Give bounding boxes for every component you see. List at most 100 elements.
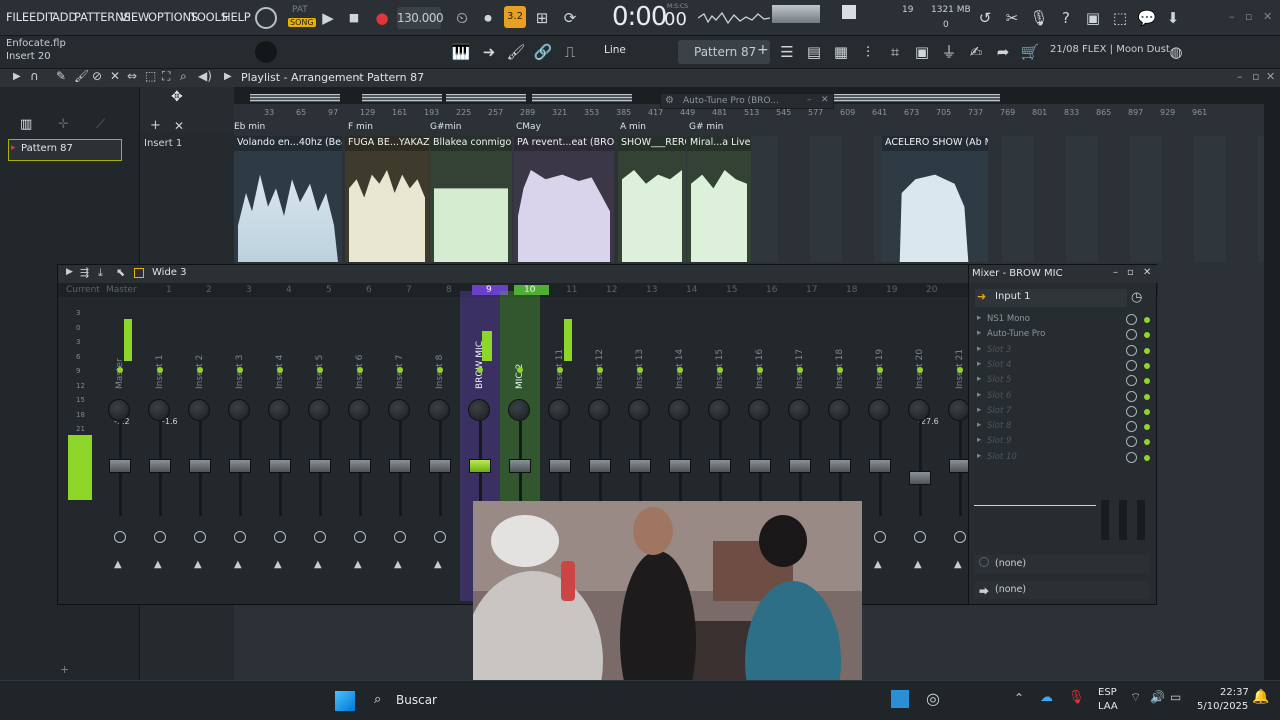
add-pattern-icon[interactable]: + (757, 42, 769, 58)
paint-app-icon[interactable] (891, 690, 909, 708)
mute-led[interactable] (117, 367, 123, 373)
clock-time[interactable]: 22:37 (1220, 687, 1249, 698)
piano-icon[interactable]: 🎹 (451, 42, 471, 62)
chat-icon[interactable]: 💬 (1137, 8, 1157, 28)
fx-mix-knob[interactable] (1126, 451, 1137, 463)
volume-fader[interactable] (589, 459, 611, 473)
pan-knob[interactable] (228, 399, 250, 421)
marketplace-icon[interactable]: ➦ (993, 42, 1013, 62)
pan-knob[interactable] (588, 399, 610, 421)
mixer-strip[interactable]: Insert 6 ▲ (340, 291, 380, 601)
pan-knob[interactable] (868, 399, 890, 421)
mute-led[interactable] (797, 367, 803, 373)
undo-icon[interactable]: ↺ (975, 8, 995, 28)
fx-enable-led[interactable] (1144, 317, 1150, 323)
mixer-layout-icon[interactable] (134, 268, 144, 278)
mute-led[interactable] (877, 367, 883, 373)
language-label[interactable]: ESP (1098, 687, 1117, 698)
input-selector[interactable]: ➜ Input 1 (975, 289, 1127, 307)
tempo-field[interactable]: 130.000 (397, 7, 444, 29)
mixer-strip[interactable]: Insert 3 ▲ (220, 291, 260, 601)
route-arrow-icon[interactable]: ▲ (434, 559, 442, 570)
browser-icon[interactable]: ⌗ (885, 42, 905, 62)
close-icon[interactable]: ✕ (1263, 10, 1272, 23)
send-selector-1[interactable]: (none) (975, 555, 1150, 573)
battery-icon[interactable]: ▭ (1170, 690, 1181, 704)
playlist-arrow-icon[interactable]: ▶ (13, 71, 21, 82)
pencil-icon[interactable]: ✎ (56, 69, 66, 83)
pan-knob[interactable] (388, 399, 410, 421)
mute-led[interactable] (397, 367, 403, 373)
play-arrow-icon[interactable]: ▶ (224, 71, 232, 82)
mixer-strip[interactable]: Master ▲ (100, 291, 140, 601)
mixer-strip[interactable]: Insert 4 ▲ (260, 291, 300, 601)
pan-knob[interactable] (828, 399, 850, 421)
mixer-download-icon[interactable]: ⤓ (98, 266, 103, 280)
mixer-strip[interactable]: Insert 2 ▲ (180, 291, 220, 601)
route-icon[interactable] (354, 531, 366, 543)
mute-led[interactable] (757, 367, 763, 373)
pan-knob[interactable] (668, 399, 690, 421)
piano-roll-toggle-icon[interactable]: ▥ (20, 117, 32, 132)
touch-icon[interactable]: ✍ (966, 42, 986, 62)
fx-enable-led[interactable] (1144, 393, 1150, 400)
audio-clip[interactable]: SHOW___RERO (618, 136, 686, 262)
pan-knob[interactable] (708, 399, 730, 421)
download-icon[interactable]: ⬇ (1163, 8, 1183, 28)
marker-gsharp-min[interactable]: G#min (430, 122, 462, 132)
route-icon[interactable] (914, 531, 926, 543)
audio-clip[interactable]: Bllakea conmigo (430, 136, 512, 262)
pan-knob[interactable] (348, 399, 370, 421)
volume-fader[interactable] (869, 459, 891, 473)
volume-fader[interactable] (829, 459, 851, 473)
route-icon[interactable] (434, 531, 446, 543)
menu-help[interactable]: HELP (222, 10, 251, 24)
fx-mix-knob[interactable] (1126, 375, 1137, 387)
fx-enable-led[interactable] (1144, 439, 1150, 446)
pan-knob[interactable] (148, 399, 170, 421)
magnet-icon[interactable]: ∩ (30, 69, 39, 83)
fx-enable-led[interactable] (1144, 347, 1150, 354)
route-arrow-icon[interactable]: ▲ (234, 559, 242, 570)
route-icon[interactable] (954, 531, 966, 543)
mixer-strip[interactable]: Insert 7 ▲ (380, 291, 420, 601)
mute-led[interactable] (317, 367, 323, 373)
paint-icon[interactable]: 🖌 (74, 69, 89, 83)
pan-knob[interactable] (748, 399, 770, 421)
route-arrow-icon[interactable]: ▲ (394, 559, 402, 570)
route-icon[interactable] (234, 531, 246, 543)
mute-led[interactable] (437, 367, 443, 373)
clock-date[interactable]: 5/10/2025 (1197, 701, 1248, 712)
audio-clip[interactable]: Miral...a Live (687, 136, 751, 262)
channel-rack-icon[interactable]: ▦ (831, 42, 851, 62)
pan-knob[interactable] (948, 399, 970, 421)
fx-slot[interactable]: ▸ Slot 9 (977, 435, 1150, 450)
save-icon[interactable]: ▣ (1083, 8, 1103, 28)
mute-led[interactable] (557, 367, 563, 373)
gear-icon[interactable]: ⚙ (665, 95, 674, 106)
pan-knob[interactable] (908, 399, 930, 421)
pan-knob[interactable] (628, 399, 650, 421)
pan-knob[interactable] (468, 399, 490, 421)
marker-cmay[interactable]: CMay (516, 122, 541, 132)
fx-maximize-icon[interactable]: ▫ (1127, 267, 1134, 278)
pan-knob[interactable] (108, 399, 130, 421)
volume-fader[interactable] (629, 459, 651, 473)
mute-led[interactable] (197, 367, 203, 373)
route-arrow-icon[interactable]: ▲ (314, 559, 322, 570)
fx-slot[interactable]: ▸ Auto-Tune Pro (977, 328, 1150, 343)
menu-edit[interactable]: EDIT (29, 10, 55, 24)
volume-fader[interactable] (669, 459, 691, 473)
delete-track-icon[interactable]: ✕ (174, 119, 184, 133)
blend-notes-icon[interactable]: ⊞ (532, 8, 552, 28)
pan-knob[interactable] (428, 399, 450, 421)
mixer-strip[interactable]: Insert 19 ▲ (860, 291, 900, 601)
fx-slot[interactable]: ▸ NS1 Mono (977, 313, 1150, 328)
volume-fader[interactable] (389, 459, 411, 473)
globe-icon[interactable]: ◍ (1166, 42, 1186, 62)
volume-fader[interactable] (709, 459, 731, 473)
volume-fader[interactable] (549, 459, 571, 473)
pattern-list-item[interactable]: ▸ Pattern 87 (8, 139, 122, 161)
playlist-minimize-icon[interactable]: – (1237, 70, 1243, 83)
mute-led[interactable] (637, 367, 643, 373)
